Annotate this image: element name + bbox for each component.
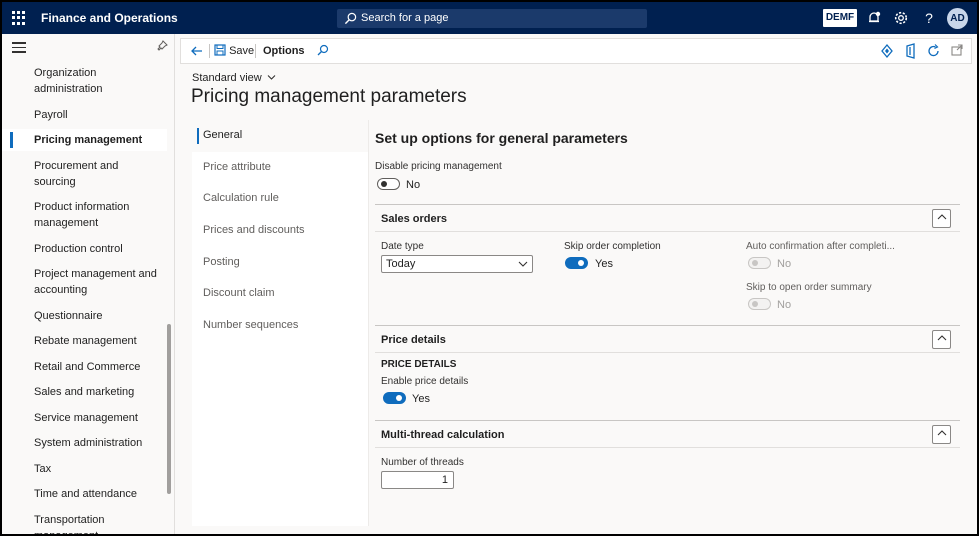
number-of-threads-label: Number of threads bbox=[381, 457, 464, 468]
nav-item-selected[interactable]: Pricing management bbox=[2, 129, 167, 151]
nav-item[interactable]: System administration bbox=[2, 432, 167, 454]
notifications-icon[interactable] bbox=[866, 10, 882, 26]
skip-order-completion-label: Skip order completion bbox=[564, 241, 661, 252]
back-arrow-icon[interactable] bbox=[189, 39, 205, 63]
panel-title: Set up options for general parameters bbox=[375, 130, 628, 146]
enable-price-details-toggle[interactable] bbox=[383, 392, 406, 404]
price-details-subheading: PRICE DETAILS bbox=[381, 359, 457, 370]
nav-item[interactable]: Transportation management bbox=[2, 509, 167, 535]
vertical-tabs: General Price attribute Calculation rule… bbox=[192, 120, 368, 526]
number-of-threads-input[interactable]: 1 bbox=[381, 471, 454, 489]
navigation-pane: Organization administration Payroll Pric… bbox=[2, 34, 175, 534]
chevron-down-icon bbox=[518, 258, 528, 274]
nav-item[interactable]: Production control bbox=[2, 238, 167, 260]
search-box[interactable]: Search for a page bbox=[337, 9, 647, 28]
section-title: Sales orders bbox=[381, 213, 448, 225]
divider bbox=[209, 44, 210, 58]
price-details-section-header[interactable]: Price details bbox=[375, 325, 960, 353]
collapse-chevron-up-icon[interactable] bbox=[932, 330, 951, 349]
enable-price-details-value: Yes bbox=[412, 393, 430, 405]
general-panel: Set up options for general parameters Di… bbox=[368, 120, 969, 526]
auto-confirmation-value: No bbox=[777, 258, 792, 270]
tab-posting[interactable]: Posting bbox=[192, 247, 368, 279]
disable-pricing-toggle[interactable] bbox=[377, 178, 400, 190]
top-bar: Finance and Operations Search for a page… bbox=[2, 2, 977, 34]
tab-price-attribute[interactable]: Price attribute bbox=[192, 152, 368, 184]
tab-discount-claim[interactable]: Discount claim bbox=[192, 278, 368, 310]
multi-thread-section-header[interactable]: Multi-thread calculation bbox=[375, 420, 960, 448]
chevron-down-icon bbox=[267, 75, 276, 80]
nav-item[interactable]: Organization administration bbox=[2, 62, 167, 100]
date-type-label: Date type bbox=[381, 241, 424, 252]
nav-item[interactable]: Product information management bbox=[2, 196, 167, 234]
module-list: Organization administration Payroll Pric… bbox=[2, 62, 167, 534]
skip-open-order-summary-value: No bbox=[777, 299, 792, 311]
tab-general[interactable]: General bbox=[192, 120, 368, 152]
settings-gear-icon[interactable] bbox=[893, 10, 909, 26]
app-launcher-icon[interactable] bbox=[12, 11, 26, 25]
collapse-chevron-up-icon[interactable] bbox=[932, 209, 951, 228]
nav-item[interactable]: Sales and marketing bbox=[2, 381, 167, 403]
tab-number-sequences[interactable]: Number sequences bbox=[192, 310, 368, 342]
app-title[interactable]: Finance and Operations bbox=[41, 11, 178, 25]
refresh-icon[interactable] bbox=[926, 39, 942, 63]
save-button[interactable]: Save bbox=[214, 39, 254, 63]
company-picker[interactable]: DEMF bbox=[823, 9, 857, 27]
date-type-select[interactable]: Today bbox=[381, 255, 533, 273]
page-title: Pricing management parameters bbox=[191, 86, 467, 107]
search-placeholder: Search for a page bbox=[361, 12, 449, 24]
open-in-new-window-icon[interactable] bbox=[949, 39, 965, 63]
divider bbox=[255, 44, 256, 58]
skip-open-order-summary-label: Skip to open order summary bbox=[746, 282, 872, 293]
options-menu[interactable]: Options bbox=[263, 39, 305, 63]
nav-scrollbar[interactable] bbox=[167, 324, 171, 494]
user-avatar[interactable]: AD bbox=[947, 8, 968, 29]
view-selector[interactable]: Standard view bbox=[192, 72, 276, 84]
search-icon bbox=[344, 12, 357, 25]
date-type-value: Today bbox=[386, 258, 416, 270]
nav-item[interactable]: Payroll bbox=[2, 104, 167, 126]
nav-item[interactable]: Time and attendance bbox=[2, 483, 167, 505]
help-icon[interactable]: ? bbox=[921, 10, 937, 26]
sales-orders-section-header[interactable]: Sales orders bbox=[375, 204, 960, 232]
office-icon[interactable] bbox=[903, 39, 919, 63]
collapse-chevron-up-icon[interactable] bbox=[932, 425, 951, 444]
disable-pricing-value: No bbox=[406, 179, 421, 191]
disable-pricing-label: Disable pricing management bbox=[375, 161, 502, 172]
tab-prices-and-discounts[interactable]: Prices and discounts bbox=[192, 215, 368, 247]
nav-item[interactable]: Retail and Commerce bbox=[2, 356, 167, 378]
skip-order-completion-toggle[interactable] bbox=[565, 257, 588, 269]
nav-item[interactable]: Project management and accounting bbox=[2, 263, 167, 301]
section-title: Multi-thread calculation bbox=[381, 429, 505, 441]
hamburger-menu-icon[interactable] bbox=[12, 42, 26, 53]
auto-confirmation-toggle[interactable] bbox=[748, 257, 771, 269]
save-icon bbox=[214, 44, 226, 56]
nav-item[interactable]: Procurement and sourcing bbox=[2, 155, 167, 193]
auto-confirmation-label: Auto confirmation after completi... bbox=[746, 241, 895, 252]
enable-price-details-label: Enable price details bbox=[381, 376, 469, 387]
app-window: Finance and Operations Search for a page… bbox=[2, 2, 977, 534]
section-title: Price details bbox=[381, 334, 446, 346]
nav-item[interactable]: Questionnaire bbox=[2, 305, 167, 327]
nav-item[interactable]: Service management bbox=[2, 407, 167, 429]
nav-item[interactable]: Tax bbox=[2, 458, 167, 480]
search-icon[interactable] bbox=[315, 39, 331, 63]
skip-order-completion-value: Yes bbox=[595, 258, 613, 270]
pin-icon[interactable] bbox=[156, 40, 168, 55]
tab-calculation-rule[interactable]: Calculation rule bbox=[192, 183, 368, 215]
action-pane: Save Options bbox=[180, 38, 972, 64]
skip-open-order-summary-toggle[interactable] bbox=[748, 298, 771, 310]
power-apps-icon[interactable] bbox=[879, 39, 895, 63]
nav-item[interactable]: Rebate management bbox=[2, 330, 167, 352]
